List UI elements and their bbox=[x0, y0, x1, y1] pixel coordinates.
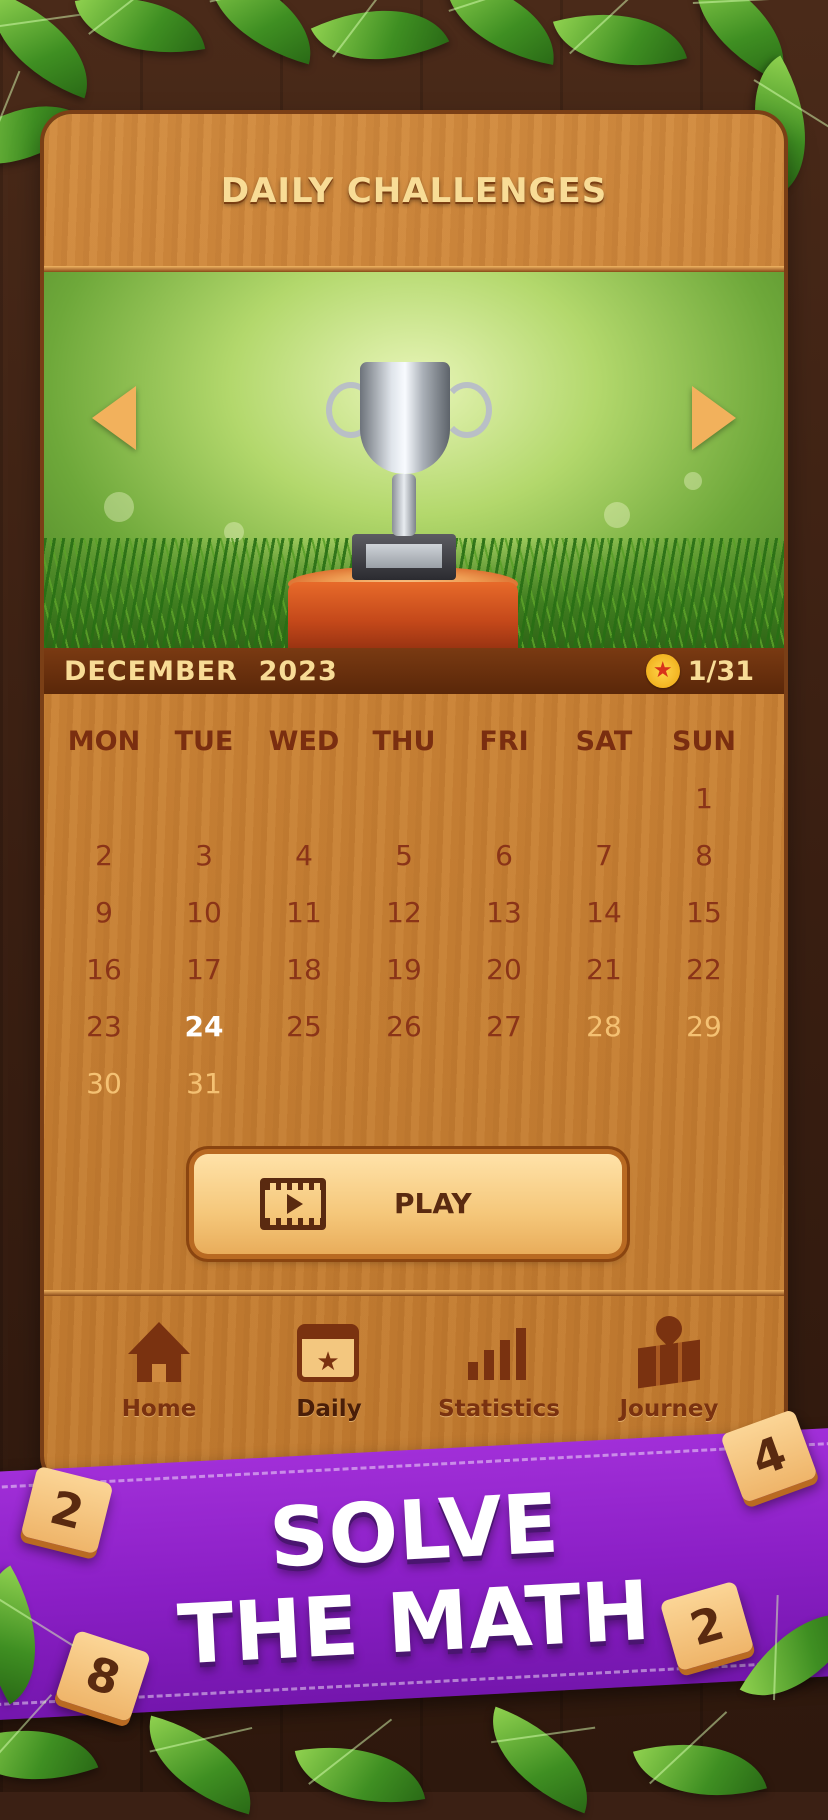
video-film-icon bbox=[260, 1178, 326, 1230]
calendar-day[interactable]: 14 bbox=[554, 884, 654, 941]
calendar-day[interactable]: 23 bbox=[54, 998, 154, 1055]
calendar-week-row: 9 10 11 12 13 14 15 bbox=[54, 884, 774, 941]
calendar-day[interactable]: 9 bbox=[54, 884, 154, 941]
calendar-empty-cell bbox=[54, 770, 154, 827]
calendar-empty-cell bbox=[254, 1055, 354, 1112]
calendar-day[interactable]: 13 bbox=[454, 884, 554, 941]
map-pin-icon bbox=[634, 1310, 704, 1389]
calendar-day[interactable]: 1 bbox=[654, 770, 754, 827]
calendar-day[interactable]: 5 bbox=[354, 827, 454, 884]
calendar-empty-cell bbox=[654, 1055, 754, 1112]
calendar-day[interactable]: 31 bbox=[154, 1055, 254, 1112]
calendar-day[interactable]: 22 bbox=[654, 941, 754, 998]
calendar-empty-cell bbox=[354, 770, 454, 827]
calendar-day[interactable]: 30 bbox=[54, 1055, 154, 1112]
calendar-day[interactable]: 12 bbox=[354, 884, 454, 941]
calendar-day[interactable]: 15 bbox=[654, 884, 754, 941]
calendar-day[interactable]: 4 bbox=[254, 827, 354, 884]
calendar-day[interactable]: 17 bbox=[154, 941, 254, 998]
weekday-label: SUN bbox=[672, 726, 736, 757]
calendar-day[interactable]: 26 bbox=[354, 998, 454, 1055]
nav-label: Statistics bbox=[438, 1396, 560, 1422]
calendar-day[interactable]: 3 bbox=[154, 827, 254, 884]
nav-label: Daily bbox=[296, 1396, 362, 1422]
calendar-day[interactable]: 20 bbox=[454, 941, 554, 998]
calendar-day[interactable]: 7 bbox=[554, 827, 654, 884]
calendar-empty-cell bbox=[554, 1055, 654, 1112]
calendar-empty-cell bbox=[554, 770, 654, 827]
calendar-day[interactable]: 27 bbox=[454, 998, 554, 1055]
calendar-day[interactable]: 25 bbox=[254, 998, 354, 1055]
weekday-label: MON bbox=[67, 726, 141, 757]
calendar-empty-cell bbox=[154, 770, 254, 827]
calendar-empty-cell bbox=[254, 770, 354, 827]
previous-arrow-icon[interactable] bbox=[92, 386, 136, 450]
calendar-empty-cell bbox=[454, 770, 554, 827]
calendar-day[interactable]: 2 bbox=[54, 827, 154, 884]
divider bbox=[44, 1290, 784, 1296]
stump bbox=[288, 582, 518, 648]
calendar-week-row: 1 bbox=[54, 770, 774, 827]
calendar-day[interactable]: 11 bbox=[254, 884, 354, 941]
calendar-day[interactable]: 6 bbox=[454, 827, 554, 884]
weekday-label: FRI bbox=[479, 726, 529, 757]
panel-title: DAILY CHALLENGES bbox=[220, 171, 608, 211]
nav-item-journey[interactable]: Journey bbox=[594, 1300, 744, 1450]
calendar-empty-cell bbox=[454, 1055, 554, 1112]
play-label: PLAY bbox=[394, 1187, 472, 1220]
calendar-day[interactable]: 21 bbox=[554, 941, 654, 998]
calendar-week-row: 16 17 18 19 20 21 22 bbox=[54, 941, 774, 998]
calendar-grid: MON TUE WED THU FRI SAT SUN 1 2 3 4 5 6 7 8 9 10 1… bbox=[54, 714, 774, 1112]
calendar-day[interactable]: 28 bbox=[554, 998, 654, 1055]
month-label: DECEMBER 2023 bbox=[64, 655, 338, 687]
trophy-plate bbox=[366, 544, 442, 568]
weekday-label: WED bbox=[268, 726, 340, 757]
nav-label: Home bbox=[121, 1396, 197, 1422]
daily-challenges-panel: DAILY CHALLENGES DECEMBER 2023 ★ 1/31 MO… bbox=[44, 114, 784, 1484]
nav-item-statistics[interactable]: Statistics bbox=[424, 1300, 574, 1450]
trophy-stem bbox=[392, 474, 416, 536]
calendar-day[interactable]: 8 bbox=[654, 827, 754, 884]
calendar-week-row: 2345678 bbox=[54, 827, 774, 884]
calendar-week-row: 23 24 25 26 27 28 29 bbox=[54, 998, 774, 1055]
nav-item-daily[interactable]: ★ Daily bbox=[254, 1300, 404, 1450]
bottom-nav: Home ★ Daily Statistics Journey bbox=[74, 1300, 754, 1450]
nav-label: Journey bbox=[619, 1396, 719, 1422]
month-bar: DECEMBER 2023 ★ 1/31 bbox=[44, 648, 784, 694]
calendar-day[interactable]: 10 bbox=[154, 884, 254, 941]
bar-chart-icon bbox=[464, 1316, 534, 1386]
weekday-label: TUE bbox=[174, 726, 234, 757]
progress-counter: ★ 1/31 bbox=[645, 654, 754, 688]
calendar-day[interactable]: 19 bbox=[354, 941, 454, 998]
progress-value: 1/31 bbox=[687, 655, 754, 687]
calendar-day[interactable]: 29 bbox=[654, 998, 754, 1055]
star-coin-icon: ★ bbox=[645, 654, 680, 688]
nav-item-home[interactable]: Home bbox=[84, 1300, 234, 1450]
calendar-week-row: 30 31 bbox=[54, 1055, 774, 1112]
weekday-label: THU bbox=[372, 726, 436, 757]
calendar-star-icon: ★ bbox=[294, 1316, 364, 1386]
trophy-icon bbox=[360, 362, 450, 474]
calendar-day-today[interactable]: 24 bbox=[154, 998, 254, 1055]
home-icon bbox=[124, 1316, 194, 1386]
weekday-header: MON TUE WED THU FRI SAT SUN bbox=[54, 714, 774, 770]
calendar-empty-cell bbox=[354, 1055, 454, 1112]
next-arrow-icon[interactable] bbox=[692, 386, 736, 450]
calendar-day[interactable]: 16 bbox=[54, 941, 154, 998]
calendar-day[interactable]: 18 bbox=[254, 941, 354, 998]
play-button[interactable]: PLAY bbox=[194, 1154, 622, 1254]
weekday-label: SAT bbox=[575, 726, 633, 757]
